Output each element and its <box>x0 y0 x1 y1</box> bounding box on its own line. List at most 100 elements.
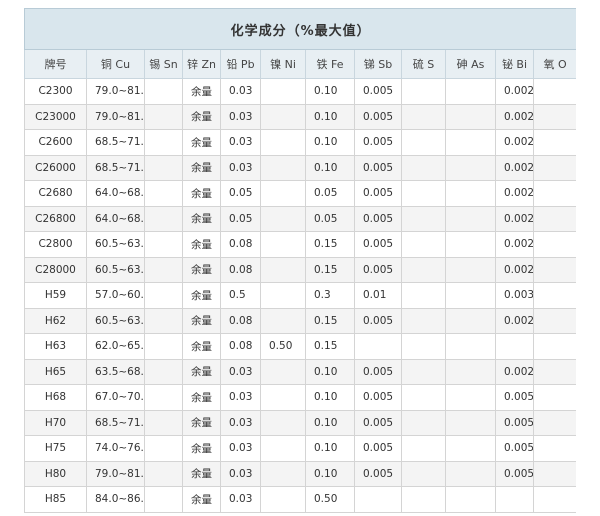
table-cell: 67.0~70.0 <box>86 384 145 411</box>
table-cell <box>260 307 306 334</box>
table-cell <box>532 409 576 436</box>
table-cell <box>532 282 576 309</box>
table-cell: 74.0~76.0 <box>86 435 145 462</box>
table-cell: 0.01 <box>354 282 402 309</box>
table-cell <box>532 435 576 462</box>
table-cell: 60.5~63.5 <box>86 307 145 334</box>
table-cell: 0.005 <box>354 103 402 130</box>
table-cell <box>445 460 496 487</box>
table-cell <box>260 205 306 232</box>
table-cell: 0.002 <box>495 103 534 130</box>
table-cell: 62.0~65.0 <box>86 333 145 360</box>
table-cell: 0.15 <box>305 307 355 334</box>
table-cell <box>495 333 534 360</box>
grade-cell: C26000 <box>24 154 87 181</box>
table-cell <box>445 129 496 156</box>
table-cell: 余量 <box>182 460 221 487</box>
column-header: 硫 S <box>401 49 446 79</box>
table-cell <box>445 409 496 436</box>
table-cell: 68.5~71.5 <box>86 409 145 436</box>
table-cell: 0.50 <box>260 333 306 360</box>
table-cell: 余量 <box>182 205 221 232</box>
table-row: H8079.0~81.0余量0.030.100.0050.005 <box>24 460 576 487</box>
table-row: C2680064.0~68.0余量0.050.050.0050.002 <box>24 205 576 232</box>
table-cell <box>495 486 534 513</box>
table-cell: 0.005 <box>354 180 402 207</box>
table-cell <box>445 384 496 411</box>
table-cell: 64.0~68.0 <box>86 180 145 207</box>
table-cell <box>532 358 576 385</box>
table-cell <box>401 282 446 309</box>
table-row: C280060.5~63.5 余量0.08 0.150.005 0.002 <box>24 231 576 258</box>
table-cell: 64.0~68.0 <box>86 205 145 232</box>
table-cell: 0.03 <box>220 103 261 130</box>
table-cell: 0.03 <box>220 384 261 411</box>
column-header: 镍 Ni <box>260 49 306 79</box>
table-cell <box>260 486 306 513</box>
table-cell <box>144 307 183 334</box>
table-cell <box>445 486 496 513</box>
table-row: C2800060.5~63.5 余量0.08 0.150.005 0.002 <box>24 256 576 283</box>
table-cell: 余量 <box>182 231 221 258</box>
table-cell <box>445 231 496 258</box>
table-cell <box>260 78 306 105</box>
table-cell: 0.005 <box>354 307 402 334</box>
table-cell <box>144 358 183 385</box>
table-cell: 0.50 <box>305 486 355 513</box>
table-cell: 余量 <box>182 435 221 462</box>
column-header: 铋 Bi <box>495 49 534 79</box>
table-cell: 0.10 <box>305 78 355 105</box>
table-cell: 0.005 <box>354 205 402 232</box>
table-cell: 0.3 <box>305 282 355 309</box>
table-cell: 0.002 <box>495 307 534 334</box>
table-row: H6563.5~68.0 余量0.03 0.100.005 0.002 <box>24 358 576 385</box>
table-cell: 0.002 <box>495 205 534 232</box>
table-cell: 余量 <box>182 384 221 411</box>
table-cell: 0.5 <box>220 282 261 309</box>
grade-cell: C26800 <box>24 205 87 232</box>
table-cell <box>532 307 576 334</box>
table-cell <box>260 358 306 385</box>
table-cell: 0.002 <box>495 231 534 258</box>
table-cell <box>532 333 576 360</box>
table-cell <box>144 333 183 360</box>
table-cell <box>445 435 496 462</box>
table-cell <box>144 409 183 436</box>
grade-cell: H80 <box>24 460 87 487</box>
table-cell: 余量 <box>182 154 221 181</box>
table-cell: 84.0~86.0 <box>86 486 145 513</box>
table-cell: 0.005 <box>354 409 402 436</box>
table-cell: 0.005 <box>495 384 534 411</box>
column-header: 牌号 <box>24 49 87 79</box>
table-cell <box>445 205 496 232</box>
table-cell <box>532 486 576 513</box>
table-cell: 0.10 <box>305 384 355 411</box>
table-cell <box>260 435 306 462</box>
grade-cell: H85 <box>24 486 87 513</box>
table-cell <box>401 129 446 156</box>
composition-table-container: 化学成分（%最大值） 牌号铜 Cu 锡 Sn 锌 Zn 铅 Pb 镍 Ni 铁 Fe 锑 S… <box>24 8 576 516</box>
table-cell: 0.10 <box>305 358 355 385</box>
table-cell <box>354 486 402 513</box>
table-cell: 余量 <box>182 78 221 105</box>
table-cell <box>144 486 183 513</box>
table-row: C260068.5~71.5 余量0.03 0.100.005 0.002 <box>24 129 576 156</box>
table-cell <box>445 358 496 385</box>
grade-cell: H65 <box>24 358 87 385</box>
table-cell: 0.005 <box>354 384 402 411</box>
table-row: H7574.0~76.0余量0.030.100.0050.005 <box>24 435 576 462</box>
table-cell <box>144 231 183 258</box>
grade-cell: C28000 <box>24 256 87 283</box>
table-cell: 79.0~81.0 <box>86 103 145 130</box>
table-cell <box>445 154 496 181</box>
table-cell: 余量 <box>182 486 221 513</box>
column-header: 铁 Fe <box>305 49 355 79</box>
table-cell: 60.5~63.5 <box>86 256 145 283</box>
table-cell: 余量 <box>182 256 221 283</box>
table-title: 化学成分（%最大值） <box>24 8 576 50</box>
column-header: 铜 Cu <box>86 49 145 79</box>
table-cell <box>260 180 306 207</box>
table-row: H6260.5~63.5 余量0.08 0.150.005 0.002 <box>24 307 576 334</box>
column-header: 锑 Sb <box>354 49 402 79</box>
table-cell <box>532 103 576 130</box>
